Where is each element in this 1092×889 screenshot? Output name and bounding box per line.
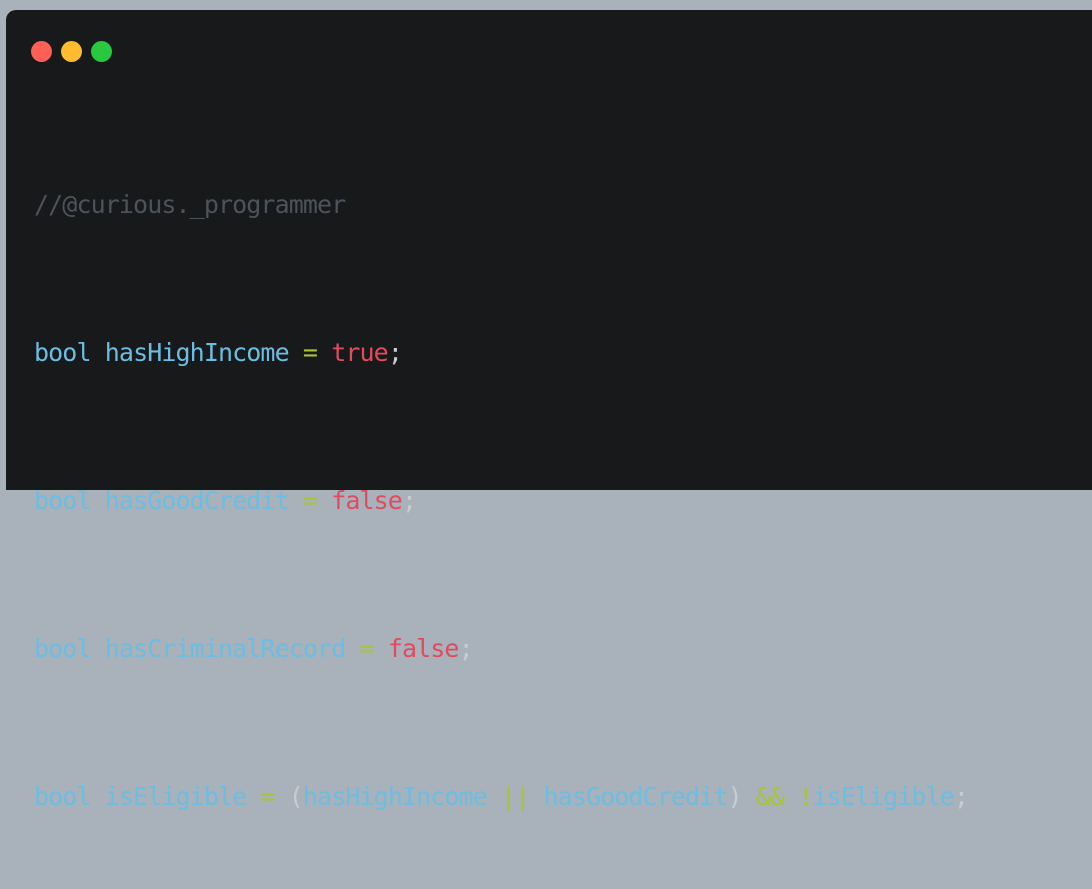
maximize-icon[interactable] [91,41,112,62]
window-controls [31,41,112,62]
variable-name: hasHighIncome [104,338,290,367]
code-window: //@curious._programmer bool hasHighIncom… [6,10,1092,811]
close-paren: ) [727,782,742,811]
right-operand: hasGoodCredit [543,782,729,811]
semicolon: ; [953,782,969,811]
code-line: bool hasHighIncome = true; [34,334,968,371]
type-keyword: bool [34,486,92,515]
not-operator: ! [798,782,813,811]
semicolon: ; [387,338,403,367]
semicolon: ; [401,486,417,515]
and-operator: && [755,782,785,811]
open-paren: ( [288,782,304,811]
type-keyword: bool [34,338,92,367]
minimize-icon[interactable] [61,41,82,62]
type-keyword: bool [34,634,92,663]
code-line: bool hasCriminalRecord = false; [34,630,968,667]
semicolon: ; [458,634,474,663]
type-keyword: bool [34,782,92,811]
assign-operator: = [302,486,318,515]
assign-operator: = [302,338,318,367]
boolean-literal: false [387,634,460,663]
code-comment: //@curious._programmer [34,190,346,219]
variable-name: hasGoodCredit [104,486,290,515]
or-operator: || [501,782,530,811]
negated-operand: isEligible [812,782,954,811]
assign-operator: = [359,634,375,663]
boolean-literal: true [331,338,389,367]
assign-operator: = [260,782,275,811]
close-icon[interactable] [31,41,52,62]
boolean-literal: false [331,486,403,515]
variable-name: hasCriminalRecord [104,634,346,663]
code-line: bool isEligible = (hasHighIncome || hasG… [34,778,969,815]
code-line: bool hasGoodCredit = false; [34,482,968,519]
variable-name: isEligible [104,782,247,811]
code-block: //@curious._programmer bool hasHighIncom… [34,112,969,889]
left-operand: hasHighIncome [302,782,488,811]
